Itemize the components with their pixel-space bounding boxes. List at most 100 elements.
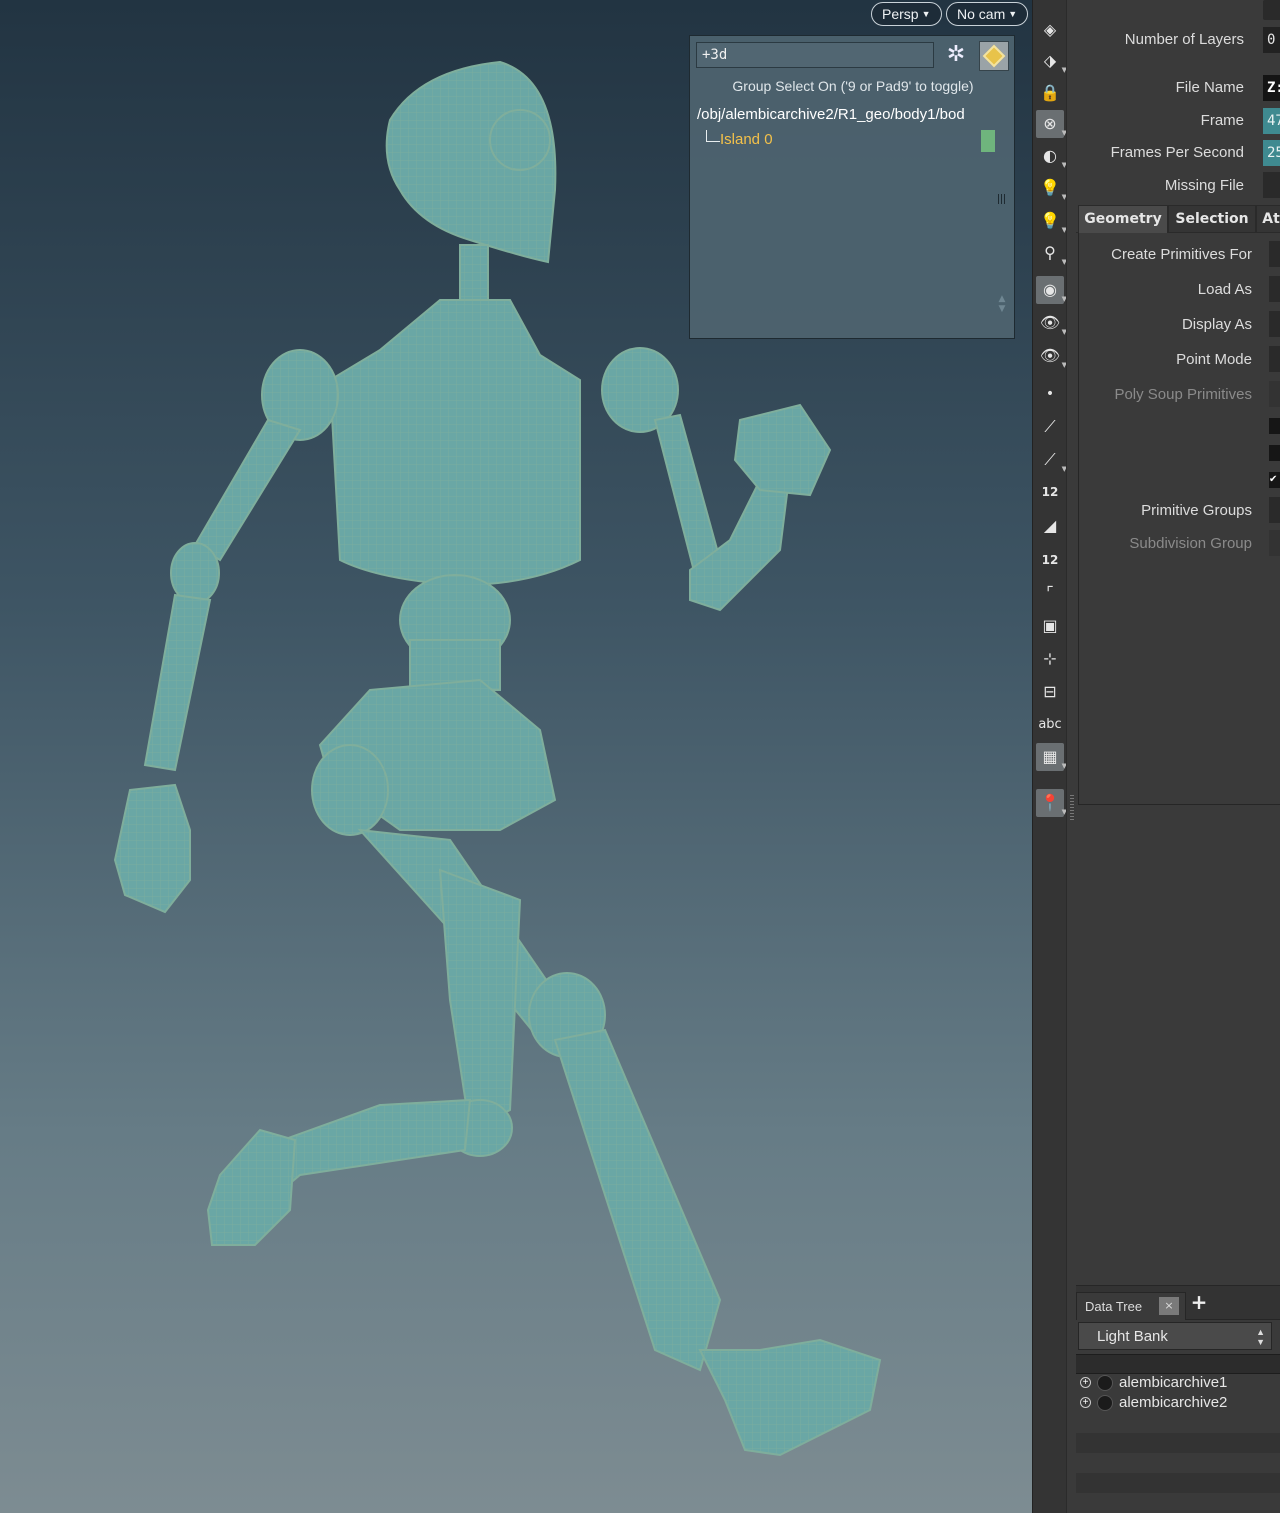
tab-attributes[interactable]: At (1256, 205, 1280, 233)
checkbox[interactable] (1269, 445, 1280, 461)
splitter-grip-icon[interactable] (1070, 795, 1074, 821)
pane-splitter[interactable] (1066, 0, 1076, 1513)
camera-view-dropdown[interactable]: Persp ▼ (871, 2, 942, 26)
create-primitives-for-menu[interactable] (1269, 241, 1280, 267)
file-name-label: File Name (1175, 79, 1244, 96)
list-item[interactable]: + alembicarchive2 (1076, 1393, 1280, 1413)
updown-arrows-icon: ▲ ▼ (1256, 1327, 1265, 1347)
point-display-icon[interactable]: • (1036, 380, 1064, 408)
island-item[interactable]: Island 0 (706, 130, 773, 148)
tab-selection[interactable]: Selection (1168, 205, 1256, 233)
primitive-groups-field[interactable] (1269, 497, 1280, 523)
expand-icon[interactable]: + (1080, 1377, 1091, 1388)
shading-mode-icon[interactable]: ◉ ▼ (1036, 276, 1067, 304)
diamond-icon (982, 44, 1006, 68)
checkbox-checked[interactable]: ✔ (1269, 472, 1280, 488)
camera-select-dropdown[interactable]: No cam ▼ (946, 2, 1029, 26)
add-tab-icon[interactable]: + (1189, 1292, 1209, 1312)
point-number-icon[interactable]: 12 (1036, 478, 1064, 506)
camera-select-label: No cam (957, 6, 1006, 22)
parameter-top-button[interactable] (1263, 0, 1280, 20)
tree-branch-icon (706, 130, 720, 142)
poly-soup-primitives-label: Poly Soup Primitives (1114, 386, 1252, 403)
ghost-other-objects-icon[interactable]: ⊗ ▼ (1036, 110, 1067, 138)
group-node-path[interactable]: /obj/alembicarchive2/R1_geo/body1/bod (697, 106, 965, 123)
display-options-icon[interactable]: ◈ (1036, 16, 1064, 44)
group-select-hint: Group Select On ('9 or Pad9' to toggle) (732, 78, 974, 94)
chevron-down-icon: ▼ (921, 9, 931, 19)
list-row-stripe (1076, 1473, 1280, 1493)
group-select-panel: +3d ✲ Group Select On ('9 or Pad9' to to… (689, 35, 1015, 339)
poly-soup-primitives-menu[interactable] (1269, 381, 1280, 407)
hidden-eye-icon[interactable]: 👁 ▼ (1036, 342, 1067, 370)
list-item[interactable]: + alembicarchive1 (1076, 1373, 1280, 1393)
number-of-layers-field[interactable]: 0 (1263, 27, 1280, 53)
item-name: alembicarchive1 (1119, 1374, 1228, 1391)
light-bulb-icon[interactable]: 💡 ▼ (1036, 174, 1067, 202)
missing-file-label: Missing File (1164, 177, 1244, 194)
scene-viewport[interactable]: Persp ▼ No cam ▼ +3d ✲ Group Select On ('9… (0, 0, 1032, 1513)
item-name: alembicarchive2 (1119, 1394, 1228, 1411)
vertex-normal-icon[interactable]: ⊹ (1036, 645, 1064, 673)
island-color-swatch (981, 130, 995, 152)
island-label: Island 0 (720, 131, 773, 148)
data-tree-tab-label: Data Tree (1085, 1299, 1143, 1314)
missing-file-field[interactable] (1263, 172, 1280, 198)
parameter-panel: Number of Layers 0 File Name Z: Frame 47… (1076, 0, 1280, 1285)
point-mode-menu[interactable] (1269, 346, 1280, 372)
display-options-toolbar: ◈ ⬗ ▼ 🔒 ⊗ ▼ ◐ ▼ 💡 ▼ 💡 ▼ ⚲ ▼ ◉ ▼ 👁 ▼ 👁 ▼ • ⟋ ⟋ ▼ 12 ◢ 12 ⌜ ▣ ⊹ ⊟ abc ▦ ▼ 📍 ▼ (1032, 0, 1067, 1513)
checkbox[interactable] (1269, 418, 1280, 434)
location-pin-icon[interactable]: 📍 ▼ (1036, 789, 1067, 817)
data-tree-pane: Data Tree × + Light Bank ▲ ▼ + alembicarc… (1076, 1285, 1280, 1513)
prim-number-icon[interactable]: 12 (1036, 546, 1064, 574)
create-primitives-for-label: Create Primitives For (1111, 246, 1252, 263)
uv-layout-icon[interactable]: ⬗ ▼ (1036, 47, 1067, 75)
display-as-label: Display As (1181, 316, 1252, 333)
resize-grip-icon[interactable] (998, 194, 1006, 204)
image-view-icon[interactable]: ▦ ▼ (1036, 743, 1067, 771)
tab-geometry[interactable]: Geometry (1078, 205, 1168, 233)
uv-backface-icon[interactable]: ⊟ (1036, 678, 1064, 706)
data-tree-tabbar: Data Tree × + (1076, 1286, 1280, 1320)
houdini-window: Persp ▼ No cam ▼ +3d ✲ Group Select On ('9… (0, 0, 1280, 1513)
select-mode-button[interactable] (979, 41, 1009, 71)
expand-icon[interactable]: + (1080, 1397, 1091, 1408)
number-of-layers-label: Number of Layers (1124, 31, 1244, 48)
background-image-icon[interactable]: ◐ ▼ (1036, 142, 1067, 170)
parameter-tabs: Geometry Selection At (1076, 205, 1280, 233)
frame-field[interactable]: 47 (1263, 108, 1280, 134)
chevron-down-icon: ▼ (1008, 9, 1018, 19)
point-normal-icon[interactable]: ⟋ (1036, 413, 1064, 441)
light-bulb-lit-icon[interactable]: 💡 ▼ (1036, 207, 1067, 235)
fps-field[interactable]: 25 (1263, 140, 1280, 166)
prim-display-icon[interactable]: ◢ (1036, 512, 1064, 540)
visibility-eye-icon[interactable]: 👁 ▼ (1036, 309, 1067, 337)
display-as-menu[interactable] (1269, 311, 1280, 337)
frame-label: Frame (1200, 112, 1244, 129)
object-node-icon (1097, 1395, 1113, 1411)
list-row-stripe (1076, 1433, 1280, 1453)
vertex-display-icon[interactable]: ▣ (1036, 612, 1064, 640)
gear-icon[interactable]: ✲ (942, 42, 970, 68)
data-tree-type-label: Light Bank (1097, 1328, 1168, 1345)
lock-icon[interactable]: 🔒 (1036, 79, 1064, 107)
load-as-label: Load As (1197, 281, 1252, 298)
fps-label: Frames Per Second (1110, 144, 1244, 161)
camera-view-label: Persp (882, 6, 919, 22)
curve-hull-icon[interactable]: ⌜ (1036, 579, 1064, 607)
file-name-field[interactable]: Z: (1263, 75, 1280, 101)
data-tree-type-select[interactable]: Light Bank ▲ ▼ (1078, 1322, 1272, 1350)
text-abc-icon[interactable]: abc (1036, 711, 1064, 739)
group-pattern-input[interactable]: +3d (696, 42, 934, 68)
close-icon[interactable]: × (1159, 1297, 1179, 1315)
subdivision-group-label: Subdivision Group (1129, 535, 1252, 552)
object-node-icon (1097, 1375, 1113, 1391)
data-tree-header (1076, 1354, 1280, 1374)
headlight-icon[interactable]: ⚲ ▼ (1036, 239, 1067, 267)
tab-data-tree[interactable]: Data Tree × (1076, 1292, 1186, 1320)
prim-normal-icon[interactable]: ⟋ ▼ (1036, 446, 1067, 474)
primitive-groups-label: Primitive Groups (1141, 502, 1252, 519)
load-as-menu[interactable] (1269, 276, 1280, 302)
subdivision-group-field[interactable] (1269, 530, 1280, 556)
scroll-arrows-icon[interactable]: ▲ ▼ (996, 294, 1008, 334)
